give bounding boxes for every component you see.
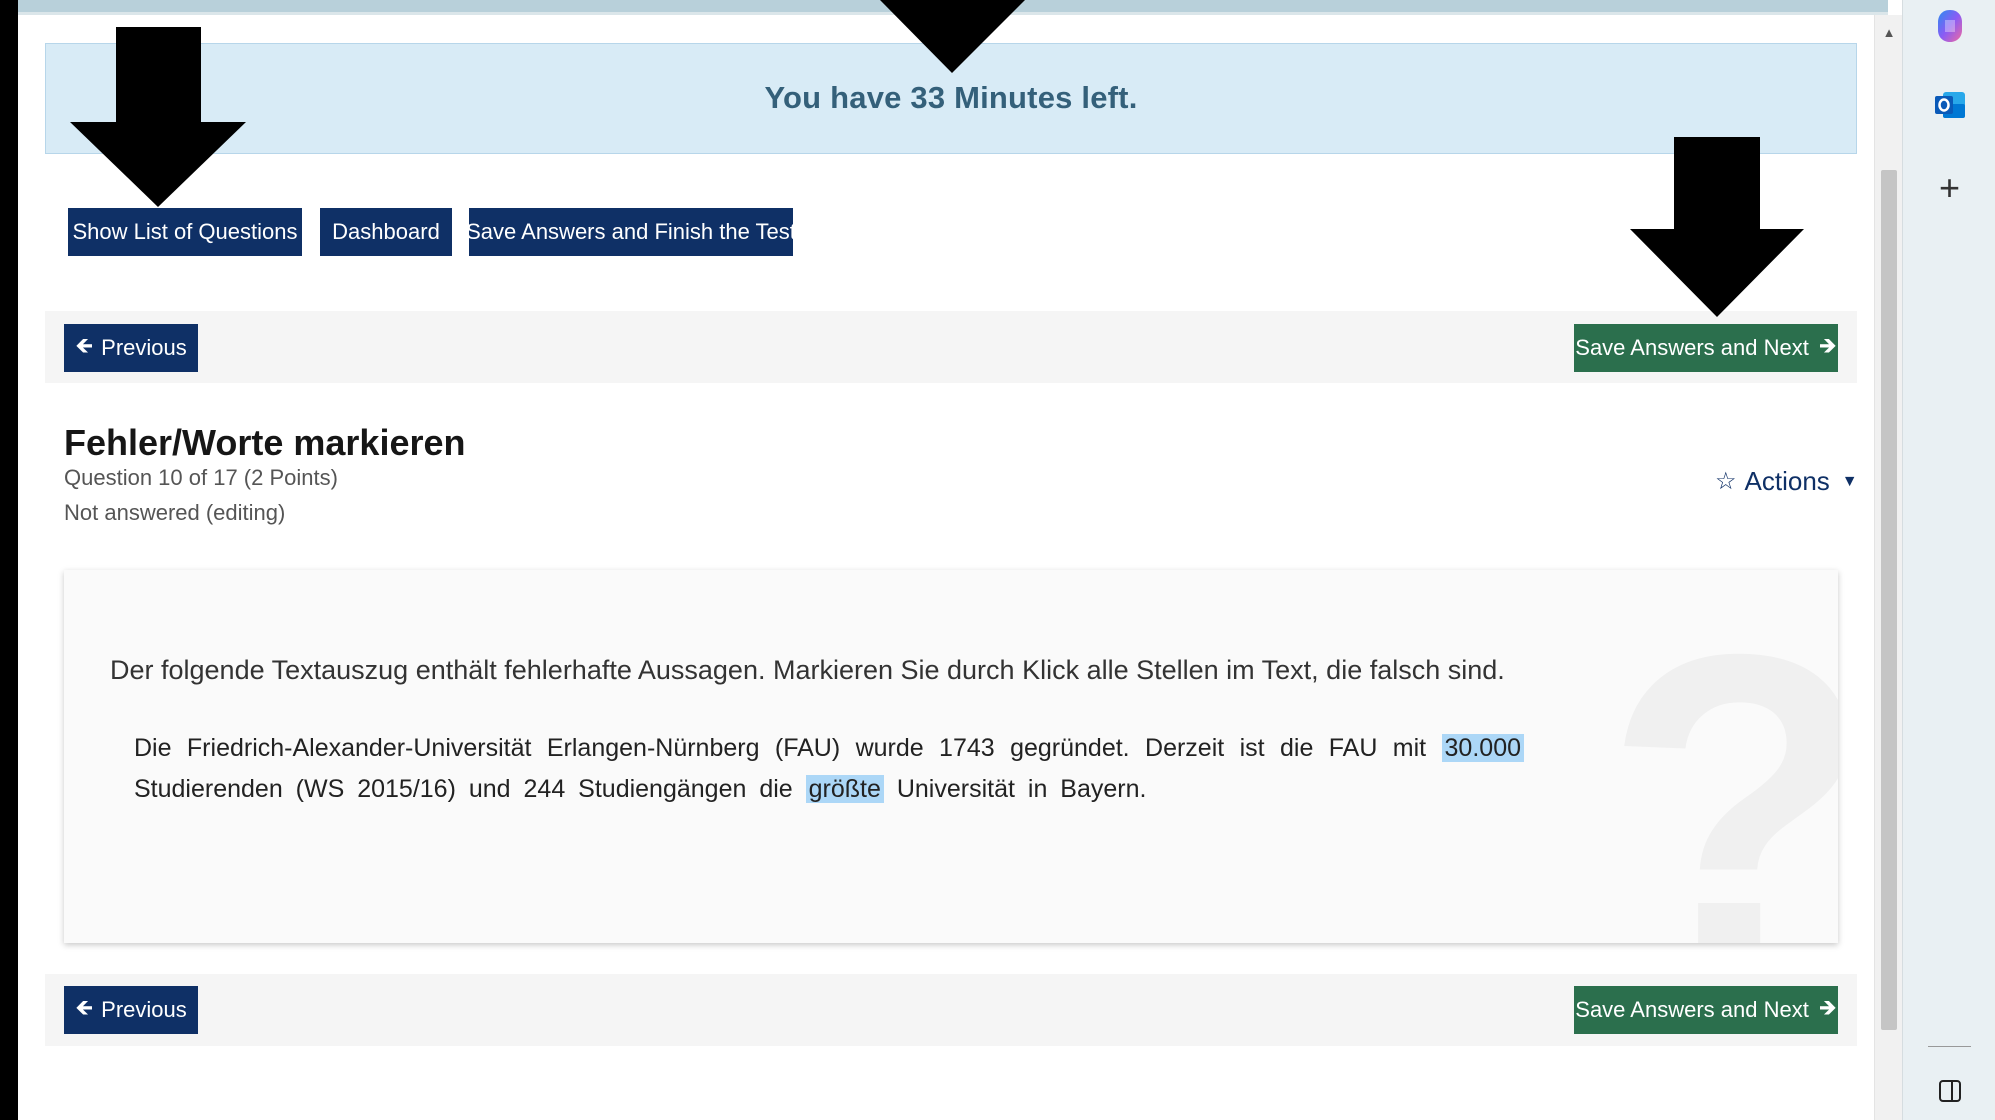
previous-label: Previous (101, 997, 187, 1022)
arrow-left-icon: 🡸 (75, 333, 94, 358)
passage-text[interactable]: Universität in Bayern. (884, 775, 1147, 803)
arrow-right-icon: 🡺 (1818, 995, 1837, 1020)
scroll-up-arrow-icon[interactable]: ▲ (1875, 23, 1903, 43)
error-marking-passage: Die Friedrich-Alexander-Universität Erla… (134, 728, 1524, 810)
question-title: Fehler/Worte markieren (64, 422, 466, 463)
star-outline-icon: ☆ (1715, 468, 1737, 495)
marked-word[interactable]: 30.000 (1441, 734, 1524, 762)
next-label: Save Answers and Next (1575, 335, 1809, 360)
arrow-right-icon: 🡺 (1818, 333, 1837, 358)
arrow-left-icon: 🡸 (75, 995, 94, 1020)
window-left-border (0, 0, 18, 1120)
question-card: ? Der folgende Textauszug enthält fehler… (64, 570, 1838, 943)
copilot-icon[interactable] (1903, 8, 1995, 49)
show-list-label: Show List of Questions (72, 219, 298, 244)
side-panel-icon[interactable] (1903, 1078, 1995, 1109)
finish-test-button[interactable]: Save Answers and Finish the Test (466, 208, 796, 256)
annotation-arrow-timer-icon (880, 0, 1025, 73)
previous-button-top[interactable]: 🡸 Previous (64, 324, 198, 372)
previous-button-bottom[interactable]: 🡸 Previous (64, 986, 198, 1034)
show-list-of-questions-button[interactable]: Show List of Questions (68, 208, 302, 256)
actions-dropdown[interactable]: ☆ Actions ▼ (1715, 466, 1858, 497)
caret-down-icon: ▼ (1841, 472, 1858, 490)
dashboard-button[interactable]: Dashboard (320, 208, 452, 256)
actions-label: Actions (1744, 466, 1830, 496)
save-and-next-button-bottom[interactable]: Save Answers and Next 🡺 (1574, 986, 1838, 1034)
save-and-next-button-top[interactable]: Save Answers and Next 🡺 (1574, 324, 1838, 372)
plus-icon[interactable]: + (1903, 170, 1995, 206)
annotation-arrow-question-list-icon (70, 27, 246, 207)
dashboard-label: Dashboard (332, 219, 440, 244)
outlook-icon[interactable] (1903, 88, 1995, 127)
passage-text[interactable]: Die Friedrich-Alexander-Universität Erla… (134, 734, 1442, 762)
passage-text[interactable]: Studierenden (WS 2015/16) und 244 Studie… (134, 775, 806, 803)
question-status: Not answered (editing) (64, 500, 286, 525)
marked-word[interactable]: größte (805, 775, 884, 803)
question-mark-watermark-icon: ? (1604, 590, 1838, 944)
question-instructions: Der folgende Textauszug enthält fehlerha… (110, 655, 1505, 685)
annotation-arrow-next-icon (1630, 137, 1804, 317)
next-label: Save Answers and Next (1575, 997, 1809, 1022)
vertical-scrollbar[interactable]: ▲ (1874, 15, 1902, 1120)
browser-sidebar: + (1902, 0, 1995, 1120)
finish-test-label: Save Answers and Finish the Test (466, 219, 796, 244)
sidebar-divider (1928, 1046, 1971, 1047)
question-info: Question 10 of 17 (2 Points) (64, 465, 338, 490)
scrollbar-thumb[interactable] (1881, 170, 1897, 1030)
timer-text: You have 33 Minutes left. (764, 80, 1138, 115)
previous-label: Previous (101, 335, 187, 360)
